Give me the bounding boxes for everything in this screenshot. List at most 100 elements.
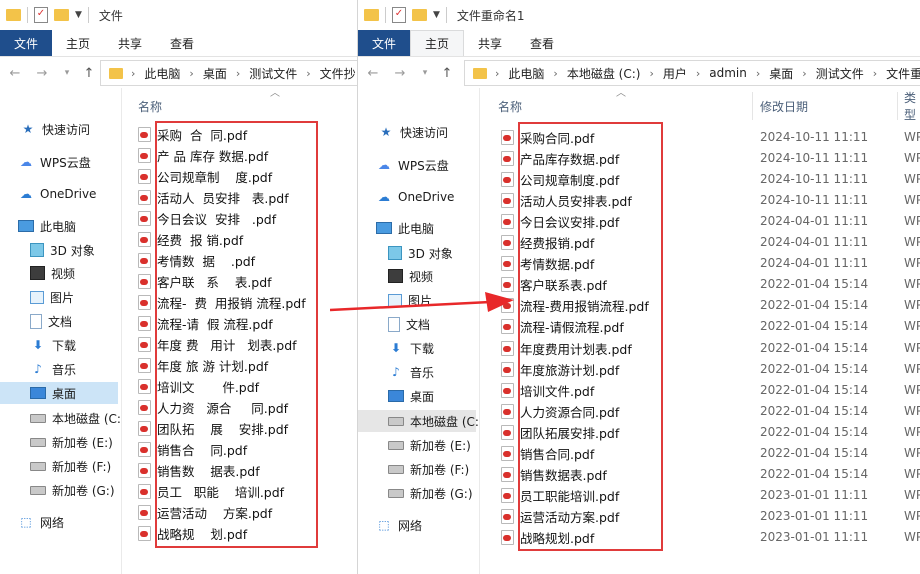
breadcrumb-item[interactable]: 此电脑: [508, 65, 544, 82]
tab-share[interactable]: 共享: [464, 30, 516, 56]
nav-item-video[interactable]: 视频: [358, 265, 476, 287]
up-arrow-icon[interactable]: ↑: [438, 66, 456, 81]
nav-item-drive[interactable]: 新加卷 (F:): [358, 458, 476, 480]
tab-home[interactable]: 主页: [410, 30, 465, 56]
window-title: 文件: [98, 8, 123, 23]
nav-item-label: 下载: [410, 341, 435, 356]
nav-item-drive[interactable]: 新加卷 (E:): [0, 431, 118, 453]
breadcrumb-item[interactable]: 文件抄: [320, 65, 356, 82]
file-type: WP: [904, 382, 920, 397]
nav-item-pc[interactable]: 此电脑: [358, 217, 476, 239]
pdf-file-icon: [138, 379, 151, 394]
nav-item-download[interactable]: ⬇ 下载: [0, 334, 118, 356]
tab-file[interactable]: 文件: [358, 30, 411, 56]
file-type: WP: [904, 340, 920, 355]
nav-item-onedrive[interactable]: ☁ OneDrive: [0, 183, 118, 205]
file-modified-date: 2022-01-04 15:14: [760, 319, 869, 334]
nav-item-cloud[interactable]: ☁ WPS云盘: [0, 151, 118, 173]
file-modified-date: 2024-10-11 11:11: [760, 130, 869, 144]
pdf-file-icon: [501, 403, 514, 419]
nav-item-label: 图片: [50, 290, 75, 305]
nav-item-label: 音乐: [410, 365, 435, 380]
pdf-file-icon: [138, 337, 151, 352]
breadcrumb-item[interactable]: 文件重: [886, 65, 920, 82]
column-header-date[interactable]: 修改日期: [760, 96, 808, 116]
back-arrow-icon[interactable]: ←: [6, 66, 24, 81]
nav-item-desktop[interactable]: 桌面: [0, 382, 118, 404]
properties-icon[interactable]: ✓: [392, 7, 406, 23]
tab-view[interactable]: 查看: [156, 30, 208, 56]
breadcrumb-item[interactable]: 测试文件: [249, 65, 297, 82]
nav-item-drive[interactable]: 新加卷 (E:): [358, 434, 476, 456]
folder-icon[interactable]: [364, 9, 379, 21]
pc-icon: [18, 220, 34, 232]
pdf-file-icon: [501, 214, 514, 230]
column-divider[interactable]: [897, 92, 898, 120]
nav-item-drive[interactable]: 新加卷 (F:): [0, 455, 118, 477]
pane-divider[interactable]: [479, 88, 480, 574]
nav-item-pc[interactable]: 此电脑: [0, 215, 118, 237]
divider: [87, 7, 89, 23]
nav-item-drive[interactable]: 新加卷 (G:): [358, 482, 476, 504]
chevron-down-icon[interactable]: ▼: [75, 10, 82, 20]
tab-file[interactable]: 文件: [0, 30, 53, 56]
breadcrumb-item[interactable]: 测试文件: [816, 65, 864, 82]
onedrive-icon: ☁: [20, 187, 32, 201]
nav-item-drive[interactable]: 本地磁盘 (C:: [358, 410, 479, 432]
column-divider[interactable]: [752, 92, 753, 120]
breadcrumb-item[interactable]: 本地磁盘 (C:): [567, 65, 641, 82]
column-header-name[interactable]: 名称: [138, 96, 162, 116]
nav-item-music[interactable]: ♪ 音乐: [0, 358, 118, 380]
recent-chevron-icon[interactable]: ▾: [416, 68, 434, 78]
nav-item-network[interactable]: ⬚ 网络: [0, 511, 118, 533]
pane-divider[interactable]: [121, 88, 122, 574]
forward-arrow-icon[interactable]: →: [33, 66, 51, 81]
recent-chevron-icon[interactable]: ▾: [58, 68, 76, 78]
breadcrumb-item[interactable]: 此电脑: [144, 65, 180, 82]
properties-icon[interactable]: ✓: [34, 7, 48, 23]
address-bar[interactable]: › 此电脑 › 本地磁盘 (C:) › 用户 › admin › 桌面 › 测试…: [464, 60, 920, 86]
nav-item-desktop[interactable]: 桌面: [358, 385, 476, 407]
file-modified-date: 2024-04-01 11:11: [760, 235, 869, 250]
nav-item-3d-objects[interactable]: 3D 对象: [358, 242, 476, 264]
highlight-box: [518, 122, 663, 551]
forward-arrow-icon[interactable]: →: [391, 66, 409, 81]
nav-item-3d-objects[interactable]: 3D 对象: [0, 239, 118, 261]
breadcrumb-item[interactable]: admin: [709, 66, 747, 80]
up-arrow-icon[interactable]: ↑: [80, 66, 98, 81]
nav-item-network[interactable]: ⬚ 网络: [358, 514, 476, 536]
nav-item-label: 此电脑: [40, 219, 77, 234]
tab-view[interactable]: 查看: [516, 30, 568, 56]
folder-icon[interactable]: [6, 9, 21, 21]
tab-share[interactable]: 共享: [104, 30, 156, 56]
ribbon-tabs: 文件 主页 共享 查看: [0, 30, 357, 57]
new-folder-icon[interactable]: [412, 9, 427, 21]
nav-item-music[interactable]: ♪ 音乐: [358, 361, 476, 383]
back-arrow-icon[interactable]: ←: [364, 66, 382, 81]
nav-item-drive[interactable]: 本地磁盘 (C:: [0, 407, 121, 429]
breadcrumb-item[interactable]: 桌面: [769, 65, 793, 82]
explorer-window-right: ✓ ▼ 文件重命名1 文件 主页 共享 查看 ← → ▾ ↑ › 此电脑 › 本…: [357, 0, 920, 574]
nav-item-download[interactable]: ⬇ 下载: [358, 337, 476, 359]
file-modified-date: 2023-01-01 11:11: [760, 487, 869, 502]
breadcrumb-item[interactable]: 用户: [663, 65, 687, 82]
column-header-name[interactable]: 名称: [498, 96, 522, 116]
file-modified-date: 2024-10-11 11:11: [760, 193, 869, 208]
new-folder-icon[interactable]: [54, 9, 69, 21]
nav-item-onedrive[interactable]: ☁ OneDrive: [358, 186, 476, 208]
nav-item-pictures[interactable]: 图片: [0, 286, 118, 308]
address-bar[interactable]: › 此电脑 › 桌面 › 测试文件 › 文件抄: [100, 60, 357, 86]
chevron-down-icon[interactable]: ▼: [433, 10, 440, 20]
nav-item-drive[interactable]: 新加卷 (G:): [0, 479, 118, 501]
nav-item-documents[interactable]: 文档: [0, 310, 118, 332]
nav-item-star[interactable]: ★ 快速访问: [0, 118, 118, 140]
nav-item-label: WPS云盘: [40, 155, 91, 170]
nav-item-star[interactable]: ★ 快速访问: [358, 121, 476, 143]
nav-item-cloud[interactable]: ☁ WPS云盘: [358, 154, 476, 176]
download-icon: ⬇: [390, 341, 402, 355]
nav-item-label: 新加卷 (G:): [52, 483, 115, 498]
breadcrumb-item[interactable]: 桌面: [203, 65, 227, 82]
nav-item-video[interactable]: 视频: [0, 262, 118, 284]
column-header-type[interactable]: 类型: [904, 91, 920, 122]
tab-home[interactable]: 主页: [52, 30, 104, 56]
